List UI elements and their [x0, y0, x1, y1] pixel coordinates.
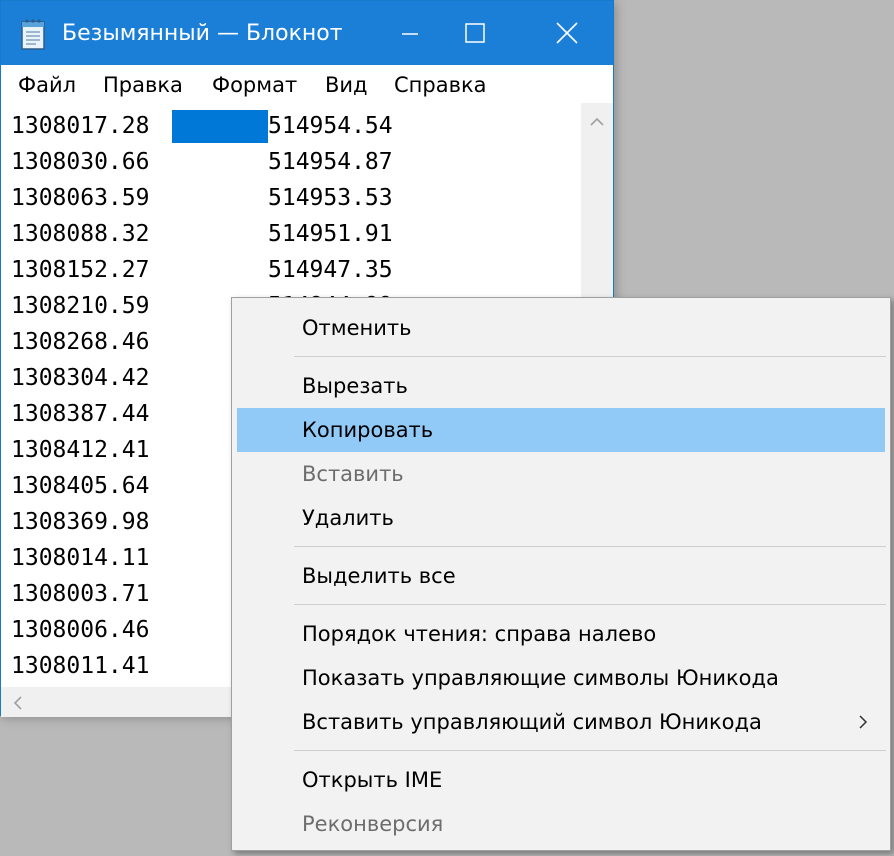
chevron-up-icon[interactable] — [587, 113, 607, 133]
text-line: 1308017.28 514954.54 — [1, 108, 581, 144]
maximize-button[interactable] — [441, 1, 509, 65]
menu-bar: Файл Правка Формат Вид Справка — [1, 65, 613, 103]
menu-item-rtl-reading-order[interactable]: Порядок чтения: справа налево — [237, 612, 885, 656]
text-line: 1308063.59 514953.53 — [11, 185, 393, 211]
menu-item-delete[interactable]: Удалить — [237, 496, 885, 540]
menu-item-cut[interactable]: Вырезать — [237, 364, 885, 408]
maximize-icon — [465, 23, 485, 43]
close-button[interactable] — [533, 1, 601, 65]
menu-item-reconversion: Реконверсия — [302, 812, 444, 836]
menu-separator — [294, 604, 886, 605]
menu-item-undo[interactable]: Отменить — [237, 306, 885, 350]
menu-item-show-unicode-control[interactable]: Показать управляющие символы Юникода — [237, 656, 885, 700]
close-icon — [556, 22, 578, 44]
context-menu: Отменить Вырезать Копировать Вставить Уд… — [231, 297, 891, 851]
menu-item-paste: Вставить — [302, 462, 404, 486]
menu-item-insert-unicode-control[interactable]: Вставить управляющий символ Юникода — [237, 700, 885, 744]
menu-separator — [294, 546, 886, 547]
menu-item-select-all[interactable]: Выделить все — [237, 554, 885, 598]
menu-edit[interactable]: Правка — [103, 71, 183, 99]
chevron-left-icon[interactable] — [9, 693, 25, 717]
minimize-icon — [402, 33, 418, 35]
chevron-right-icon — [857, 714, 869, 734]
text-line: 1308030.66 514954.87 — [11, 149, 393, 175]
minimize-button[interactable] — [375, 1, 443, 65]
notepad-icon — [18, 18, 48, 50]
text-selection — [172, 110, 268, 143]
menu-item-open-ime[interactable]: Открыть IME — [237, 758, 885, 802]
menu-view[interactable]: Вид — [325, 71, 368, 99]
text-line: 1308088.32 514951.91 — [11, 221, 393, 247]
menu-file[interactable]: Файл — [18, 71, 76, 99]
menu-help[interactable]: Справка — [394, 71, 487, 99]
menu-separator — [294, 750, 886, 751]
title-bar[interactable]: Безымянный — Блокнот — [1, 1, 613, 65]
text-line: 1308152.27 514947.35 — [11, 257, 393, 283]
menu-format[interactable]: Формат — [212, 71, 297, 99]
menu-separator — [294, 356, 886, 357]
window-title: Безымянный — Блокнот — [62, 21, 343, 46]
menu-item-copy[interactable]: Копировать — [237, 408, 885, 452]
